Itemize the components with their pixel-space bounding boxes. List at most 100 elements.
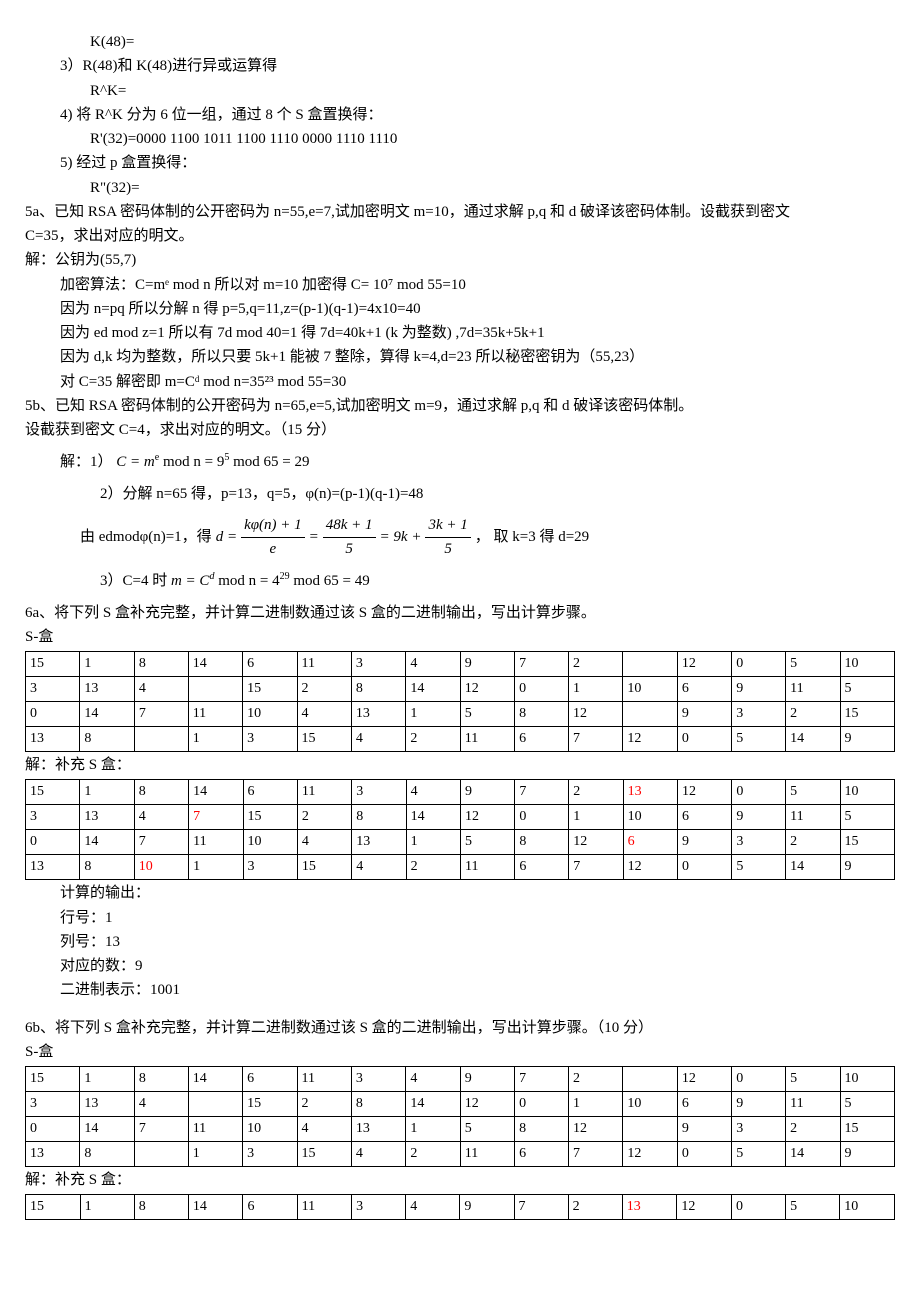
table-cell: 15 [26,780,80,805]
table-cell: 4 [134,1092,188,1117]
table-cell: 4 [297,1117,351,1142]
text: 列号：13 [25,931,895,954]
table-cell: 14 [80,1117,134,1142]
table-cell: 3 [243,727,297,752]
sbox-table-1: 1518146113497212051031341528141201106911… [25,651,895,752]
text: K(48)= [25,31,895,54]
table-cell: 8 [352,805,406,830]
table-cell: 12 [460,677,514,702]
table-cell: 10 [623,677,677,702]
table-cell: 9 [840,855,894,880]
table-cell: 11 [786,677,840,702]
text: 二进制表示：1001 [25,979,895,1002]
table-cell: 10 [623,1092,677,1117]
table-cell: 11 [297,1195,352,1220]
table-cell: 1 [569,805,623,830]
table-cell: 7 [515,780,569,805]
table-cell: 9 [840,1142,895,1167]
problem-6a: 6a、将下列 S 盒补充完整，并计算二进制数通过该 S 盒的二进制输出，写出计算… [25,602,895,625]
table-cell: 8 [134,1067,188,1092]
table-cell: 6 [677,1092,731,1117]
table-cell: 3 [352,1195,406,1220]
table-cell: 8 [515,830,569,855]
table-cell: 12 [569,702,623,727]
table-cell: 7 [569,727,623,752]
sbox-table-2-filled: 1518146113497213120510 [25,1194,895,1220]
solution-label: 解：公钥为(55,7) [25,249,895,272]
table-cell: 5 [786,652,840,677]
table-cell: 11 [297,780,351,805]
text: 加密算法：C=mᵉ mod n 所以对 m=10 加密得 C= 10⁷ mod … [25,274,895,297]
table-cell: 6 [515,1142,569,1167]
table-cell: 1 [189,855,243,880]
table-cell: 9 [732,1092,786,1117]
table-cell: 9 [840,727,895,752]
table-cell: 0 [26,830,80,855]
table-cell: 12 [623,727,677,752]
table-cell: 14 [188,652,242,677]
solution-label: 解：补充 S 盒： [25,1169,895,1192]
table-cell: 9 [677,702,731,727]
table-cell: 1 [188,727,242,752]
table-cell: 4 [406,780,460,805]
table-cell: 10 [243,830,297,855]
table-cell: 1 [188,1142,242,1167]
table-cell: 11 [297,1067,351,1092]
table-cell: 14 [406,805,460,830]
table-cell: 0 [677,727,731,752]
table-cell: 11 [460,727,514,752]
table-cell: 0 [732,652,786,677]
table-cell: 12 [677,1195,732,1220]
text: 对 C=35 解密即 m=Cᵈ mod n=35²³ mod 55=30 [25,371,895,394]
table-cell: 11 [460,1142,514,1167]
table-cell: 13 [351,702,405,727]
table-cell: 6 [243,652,297,677]
table-cell: 12 [677,1067,731,1092]
text: 行号：1 [25,907,895,930]
table-cell: 4 [134,677,188,702]
table-cell: 4 [297,830,351,855]
table-cell: 0 [677,855,731,880]
table-cell: 8 [134,1195,188,1220]
table-cell: 2 [297,677,351,702]
table-cell: 13 [622,1195,677,1220]
table-cell: 2 [297,805,351,830]
table-cell: 9 [677,1117,731,1142]
table-cell: 11 [461,855,515,880]
table-cell: 5 [786,1195,840,1220]
table-cell: 5 [840,677,895,702]
table-cell: 8 [134,780,188,805]
sbox-table-1-filled: 1518146113497213120510313471528141201106… [25,779,895,880]
table-cell: 12 [460,1092,514,1117]
table-cell: 2 [786,1117,840,1142]
table-cell: 15 [297,1142,351,1167]
table-cell: 7 [134,830,188,855]
table-cell: 11 [297,652,351,677]
table-cell: 7 [569,1142,623,1167]
table-cell: 1 [406,702,460,727]
table-cell: 14 [189,780,243,805]
table-cell: 10 [134,855,188,880]
sbox-label: S-盒 [25,626,895,649]
table-cell: 8 [515,702,569,727]
table-cell [188,1092,242,1117]
table-cell: 2 [406,1142,460,1167]
text: 因为 d,k 均为整数，所以只要 5k+1 能被 7 整除，算得 k=4,d=2… [25,346,895,369]
table-cell: 2 [297,1092,351,1117]
table-cell: 0 [732,1067,786,1092]
text: 2）分解 n=65 得，p=13，q=5，φ(n)=(p-1)(q-1)=48 [100,483,895,506]
table-cell: 8 [80,855,134,880]
table-cell: 1 [80,780,134,805]
table-cell: 6 [243,1195,297,1220]
table-cell: 13 [80,677,134,702]
sbox-label: S-盒 [25,1041,895,1064]
table-cell: 11 [786,805,840,830]
table-cell: 3 [26,677,80,702]
table-cell: 0 [732,1195,786,1220]
table-cell: 0 [515,1092,569,1117]
table-cell: 0 [677,1142,731,1167]
table-cell: 5 [840,1092,895,1117]
table-cell: 3 [732,830,786,855]
table-cell: 14 [786,855,840,880]
table-cell: 2 [569,1067,623,1092]
